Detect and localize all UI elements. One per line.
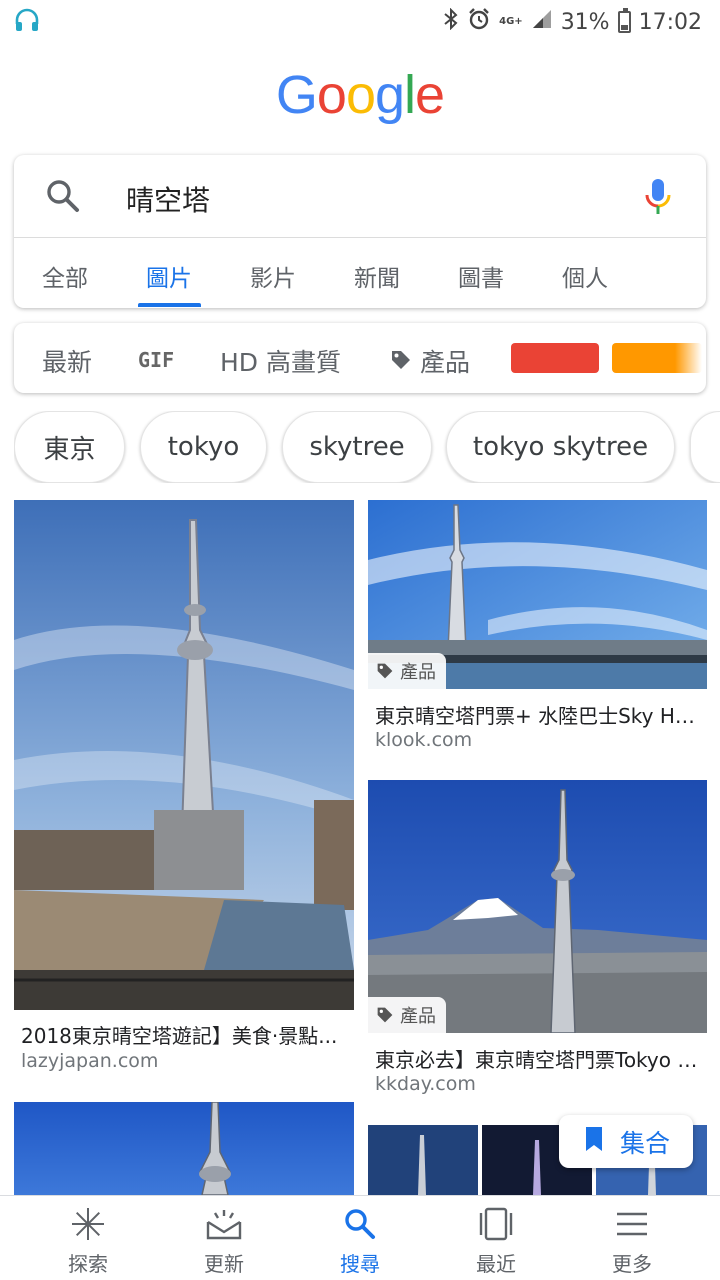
tab-books[interactable]: 圖書 (458, 259, 504, 293)
result-image-2[interactable]: 產品 (368, 500, 707, 689)
product-badge-label: 產品 (400, 1006, 436, 1027)
search-icon (342, 1206, 378, 1246)
search-bar[interactable]: 晴空塔 (14, 155, 706, 238)
chip-more[interactable] (690, 411, 720, 483)
network-type: 4G+ (499, 16, 523, 27)
related-chips: 東京 tokyo skytree tokyo skytree (14, 411, 720, 483)
inbox-icon (205, 1206, 243, 1246)
nav-search[interactable]: 搜尋 (292, 1196, 428, 1280)
result-image-4[interactable] (14, 1102, 354, 1195)
chip-tokyo[interactable]: tokyo (140, 411, 267, 483)
tab-personal[interactable]: 個人 (562, 259, 608, 293)
asterisk-icon (70, 1206, 106, 1246)
result-title-1[interactable]: 2018東京晴空塔遊記】美食‧景點... (21, 1020, 351, 1049)
result-source-2: klook.com (375, 729, 473, 751)
status-bar: 4G+ 31% 17:02 (0, 0, 720, 44)
nav-search-label: 搜尋 (340, 1252, 380, 1276)
chip-tokyo-zh[interactable]: 東京 (14, 411, 125, 483)
clock: 17:02 (638, 9, 702, 35)
product-badge-label: 產品 (400, 662, 436, 683)
nav-more[interactable]: 更多 (564, 1196, 700, 1280)
tag-icon (376, 662, 394, 680)
microphone-icon[interactable] (644, 177, 672, 221)
tab-all[interactable]: 全部 (42, 259, 88, 293)
chip-tokyo-skytree[interactable]: tokyo skytree (446, 411, 675, 483)
nav-recent[interactable]: 最近 (428, 1196, 564, 1280)
nav-more-label: 更多 (612, 1252, 652, 1276)
alarm-icon (467, 7, 491, 37)
nav-updates[interactable]: 更新 (156, 1196, 292, 1280)
battery-icon (617, 8, 631, 33)
bookmark-icon (582, 1125, 606, 1159)
tag-icon (376, 1006, 394, 1024)
filter-gif[interactable]: GIF (138, 348, 174, 372)
menu-icon (614, 1206, 650, 1246)
logo-letter: l (404, 65, 416, 125)
filter-hd[interactable]: HD 高畫質 (220, 343, 341, 379)
tab-videos[interactable]: 影片 (250, 259, 296, 293)
nav-updates-label: 更新 (204, 1252, 244, 1276)
color-filter-red[interactable] (511, 343, 599, 373)
active-tab-indicator (138, 303, 201, 307)
image-filters: 最新 GIF HD 高畫質 產品 (14, 323, 706, 393)
nav-recent-label: 最近 (476, 1252, 516, 1276)
result-source-3: kkday.com (375, 1073, 476, 1095)
nav-discover[interactable]: 探索 (20, 1196, 156, 1280)
collection-label: 集合 (619, 1128, 670, 1158)
result-image-1[interactable] (14, 500, 354, 1010)
google-logo: Google (0, 64, 720, 126)
logo-letter: e (415, 65, 445, 125)
bluetooth-icon (443, 7, 459, 36)
search-tabs: 全部 圖片 影片 新聞 圖書 個人 (14, 239, 706, 308)
search-input[interactable]: 晴空塔 (126, 179, 210, 219)
filter-products[interactable]: 產品 (390, 343, 470, 379)
filter-latest[interactable]: 最新 (42, 343, 92, 379)
result-source-1: lazyjapan.com (21, 1050, 159, 1072)
filter-products-label: 產品 (419, 348, 470, 377)
color-filter-orange[interactable] (612, 343, 702, 373)
battery-percent: 31% (560, 9, 610, 35)
search-icon[interactable] (44, 177, 82, 219)
tab-news[interactable]: 新聞 (354, 259, 400, 293)
signal-icon (531, 8, 553, 36)
recent-tabs-icon (477, 1206, 515, 1246)
result-title-2[interactable]: 東京晴空塔門票+ 水陸巴士Sky Hop Bus (375, 700, 703, 729)
logo-letter: g (375, 65, 405, 125)
collection-button[interactable]: 集合 (559, 1115, 693, 1168)
bottom-navigation: 探索 更新 搜尋 最近 更多 (0, 1195, 720, 1280)
product-badge: 產品 (368, 997, 446, 1033)
tag-icon (390, 348, 412, 377)
nav-discover-label: 探索 (68, 1252, 108, 1276)
logo-letter: o (345, 65, 376, 125)
logo-letter: G (275, 65, 318, 125)
result-image-3[interactable]: 產品 (368, 780, 707, 1033)
search-card: 晴空塔 全部 圖片 影片 新聞 圖書 個人 (14, 155, 706, 308)
chip-skytree[interactable]: skytree (282, 411, 432, 483)
tab-images[interactable]: 圖片 (146, 259, 192, 293)
result-title-3[interactable]: 東京必去】東京晴空塔門票Tokyo Skytree (375, 1044, 703, 1073)
logo-letter: o (316, 65, 347, 125)
product-badge: 產品 (368, 653, 446, 689)
headset-icon (14, 8, 40, 38)
